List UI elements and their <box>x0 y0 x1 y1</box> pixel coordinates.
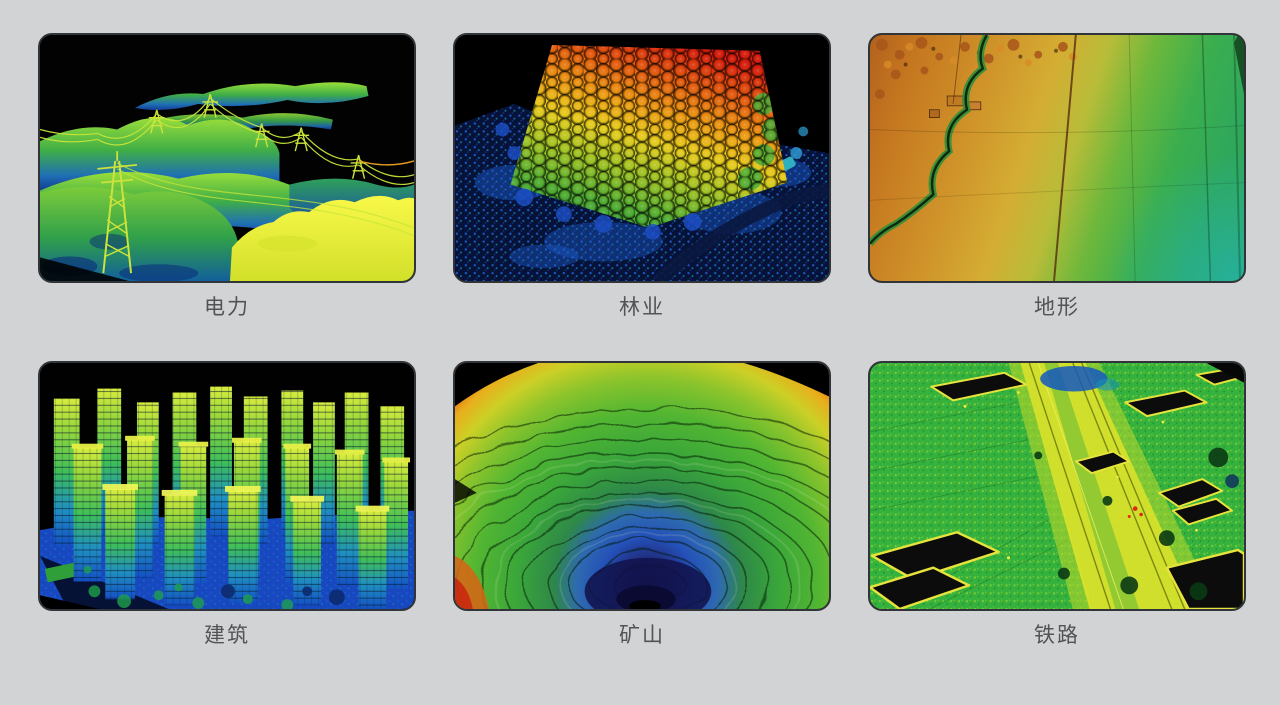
card-label-power: 电力 <box>38 295 416 321</box>
forestry-image <box>453 33 831 283</box>
application-card-power: 电力 <box>38 33 416 321</box>
card-label-terrain: 地形 <box>868 295 1246 321</box>
terrain-dem-art <box>870 35 1244 281</box>
application-card-mining: 矿山 <box>453 361 831 649</box>
railway-pointcloud-art <box>870 363 1244 609</box>
terrain-image <box>868 33 1246 283</box>
forestry-pointcloud-art <box>455 35 829 281</box>
building-pointcloud-art <box>40 363 414 609</box>
application-card-building: 建筑 <box>38 361 416 649</box>
card-label-mining: 矿山 <box>453 623 831 649</box>
railway-image <box>868 361 1246 611</box>
power-image <box>38 33 416 283</box>
building-image <box>38 361 416 611</box>
application-card-forestry: 林业 <box>453 33 831 321</box>
application-card-railway: 铁路 <box>868 361 1246 649</box>
card-label-railway: 铁路 <box>868 623 1246 649</box>
applications-grid: 电力 <box>0 0 1280 649</box>
mining-pointcloud-art <box>455 363 829 609</box>
card-label-building: 建筑 <box>38 623 416 649</box>
card-label-forestry: 林业 <box>453 295 831 321</box>
application-card-terrain: 地形 <box>868 33 1246 321</box>
power-pointcloud-art <box>40 35 414 281</box>
mining-image <box>453 361 831 611</box>
